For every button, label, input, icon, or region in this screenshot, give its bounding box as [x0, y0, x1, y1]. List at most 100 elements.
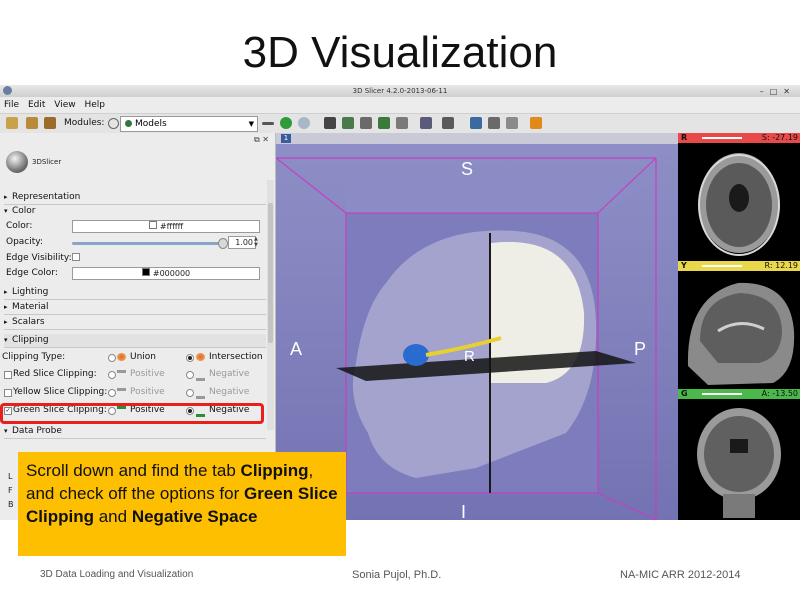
yellow-positive-radio[interactable]: [108, 389, 116, 397]
red-negative-label: Negative: [209, 369, 250, 379]
footer-left: 3D Data Loading and Visualization: [40, 569, 194, 580]
edge-visibility-label: Edge Visibility:: [6, 253, 72, 263]
model-icon[interactable]: [342, 117, 354, 129]
color-value: #ffffff: [159, 222, 184, 231]
opacity-slider-handle[interactable]: [218, 238, 228, 249]
forward-icon[interactable]: [298, 117, 310, 129]
highlight-box: [0, 403, 264, 424]
section-material[interactable]: ▸ Material: [4, 301, 266, 315]
instruction-callout: Scroll down and find the tab Clipping, a…: [18, 452, 346, 556]
union-radio[interactable]: [108, 354, 116, 362]
intersection-radio[interactable]: [186, 354, 194, 362]
red-slice-checkbox[interactable]: [4, 371, 12, 379]
green-slice-view[interactable]: [678, 399, 800, 520]
edge-color-button[interactable]: #000000: [72, 267, 260, 280]
layout-icon[interactable]: [420, 117, 432, 129]
color-button[interactable]: #ffffff: [72, 220, 260, 233]
logo-text: 3DSlicer: [32, 158, 62, 166]
section-lighting[interactable]: ▸ Lighting: [4, 286, 266, 300]
box-edge: [276, 157, 347, 214]
slice-offset: A: -13.50: [761, 389, 798, 398]
callout-text: Scroll down and find the tab: [26, 461, 236, 480]
orient-p: P: [634, 339, 646, 359]
minimize-icon[interactable]: –: [760, 87, 770, 96]
menu-help[interactable]: Help: [84, 98, 105, 112]
red-slice-slider[interactable]: [702, 137, 742, 139]
app-icon: [3, 86, 12, 95]
chevron-right-icon: ▸: [4, 193, 8, 201]
search-icon[interactable]: [108, 118, 119, 129]
letter-b: B: [8, 500, 14, 509]
color-swatch: [148, 221, 157, 229]
edit-icon[interactable]: [396, 117, 408, 129]
orient-a: A: [290, 339, 302, 359]
yellow-slice-view[interactable]: [678, 271, 800, 389]
section-representation[interactable]: ▸ Representation: [4, 191, 266, 205]
section-scalars[interactable]: ▸ Scalars: [4, 316, 266, 330]
scrollbar-thumb[interactable]: [268, 203, 273, 343]
panel-buttons[interactable]: ⧉ ✕: [254, 135, 269, 145]
edge-visibility-checkbox[interactable]: [72, 253, 80, 261]
load-dicom-icon[interactable]: [26, 117, 38, 129]
red-slice-view[interactable]: [678, 143, 800, 261]
letter-l: L: [8, 472, 13, 481]
chevron-right-icon: ▸: [4, 288, 8, 296]
modules-select[interactable]: Models ▼: [120, 116, 258, 132]
cube-icon[interactable]: [324, 117, 336, 129]
close-icon[interactable]: ✕: [783, 87, 796, 96]
scene-icon[interactable]: [488, 117, 500, 129]
screenshot-icon[interactable]: [470, 117, 482, 129]
slide-title: 3D Visualization: [242, 28, 558, 77]
yellow-slice-slider[interactable]: [702, 265, 742, 267]
maximize-icon[interactable]: □: [770, 87, 784, 96]
mouse-mode-icon[interactable]: [442, 117, 454, 129]
callout-negative-space: Negative Space: [131, 507, 258, 526]
red-positive-radio[interactable]: [108, 371, 116, 379]
coronal-neck: [723, 494, 755, 518]
clipping-type-label: Clipping Type:: [2, 352, 66, 362]
section-label: Data Probe: [12, 426, 62, 436]
yellow-slice-header: Y R: 12.19: [678, 261, 800, 271]
chevron-right-icon: ▸: [4, 303, 8, 311]
section-color[interactable]: ▾ Color: [4, 205, 266, 218]
save-icon[interactable]: [44, 117, 56, 129]
menu-edit[interactable]: Edit: [28, 98, 45, 112]
window-controls[interactable]: –□✕: [760, 86, 796, 98]
callout-clipping: Clipping: [240, 461, 309, 480]
yellow-negative-label: Negative: [209, 387, 250, 397]
yellow-positive-label: Positive: [130, 387, 165, 397]
segment-icon[interactable]: [378, 117, 390, 129]
chevron-down-icon: ▾: [4, 336, 8, 344]
edge-color-label: Edge Color:: [6, 268, 58, 278]
load-data-icon[interactable]: [6, 117, 18, 129]
menu-view[interactable]: View: [54, 98, 75, 112]
menu-file[interactable]: File: [4, 98, 19, 112]
orient-i: I: [461, 502, 466, 520]
spinbox-arrows-icon[interactable]: ▲ ▼: [254, 236, 258, 248]
back-icon[interactable]: [280, 117, 292, 129]
transform-icon[interactable]: [360, 117, 372, 129]
intersection-icon: [196, 353, 205, 361]
red-negative-radio[interactable]: [186, 371, 194, 379]
edge-color-value: #000000: [152, 269, 191, 278]
section-label: Color: [12, 206, 36, 216]
union-label: Union: [130, 352, 157, 362]
crosshair-icon[interactable]: [530, 117, 542, 129]
green-slice-slider[interactable]: [702, 393, 742, 395]
extension-icon[interactable]: [506, 117, 518, 129]
orient-s: S: [461, 159, 473, 179]
history-icon[interactable]: [262, 122, 274, 125]
opacity-slider[interactable]: [72, 242, 222, 245]
chevron-right-icon: ▸: [4, 318, 8, 326]
slicer-logo: [6, 151, 28, 173]
section-clipping[interactable]: ▾ Clipping: [4, 334, 266, 348]
opacity-label: Opacity:: [6, 237, 43, 247]
menubar: File Edit View Help: [0, 98, 800, 112]
negative-icon: [196, 388, 205, 399]
section-data-probe[interactable]: ▾ Data Probe: [4, 425, 266, 439]
yellow-slice-checkbox[interactable]: [4, 389, 12, 397]
opacity-spinbox[interactable]: 1.00: [228, 236, 256, 249]
section-label: Scalars: [12, 317, 45, 327]
yellow-negative-radio[interactable]: [186, 389, 194, 397]
callout-text: and: [98, 507, 128, 526]
